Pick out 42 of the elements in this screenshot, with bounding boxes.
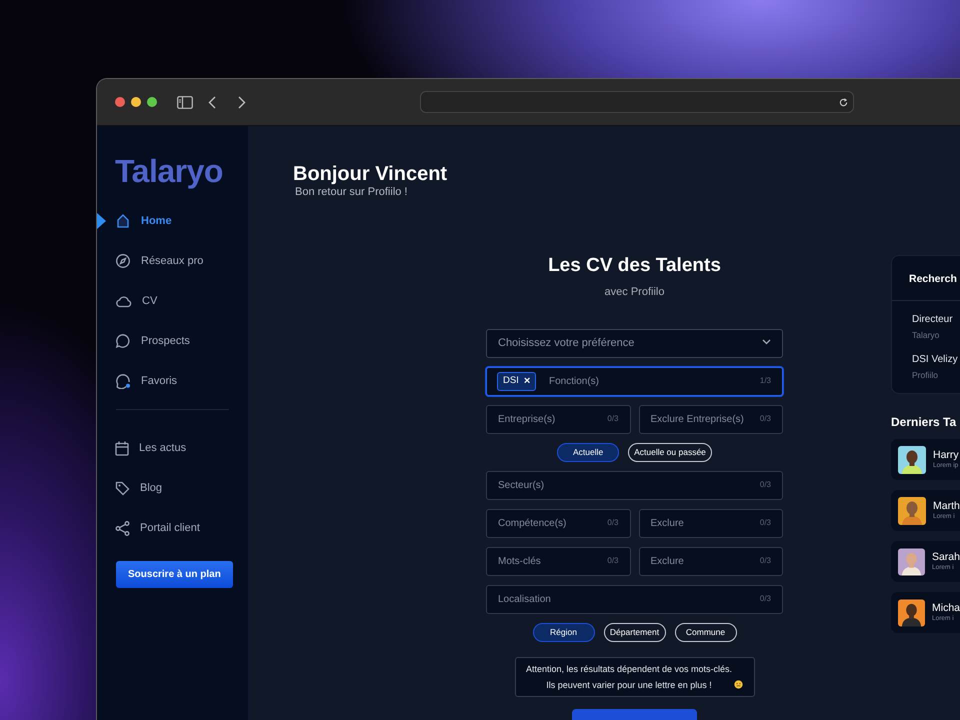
count-label: 0/3 xyxy=(760,556,771,566)
preference-select[interactable]: Choisissez votre préférence xyxy=(486,329,783,358)
search-source: Talaryo xyxy=(912,330,940,341)
nav-item[interactable]: Réseaux pro xyxy=(97,241,248,281)
toggle-pill[interactable]: Département xyxy=(604,623,666,642)
warning-text: Attention, les résultats dépendent de vos mots-clés. Ils peuvent varier pour une lettre en plus ! xyxy=(526,663,732,692)
search-name: DSI Velizy xyxy=(912,353,959,367)
toggle-pill[interactable]: Actuelle ou passée xyxy=(628,443,712,462)
nav-item[interactable]: Portail client xyxy=(97,508,248,548)
subscribe-button[interactable]: Souscrire à un plan xyxy=(116,561,233,588)
talent-name: Sarah xyxy=(932,551,960,563)
count-label: 0/3 xyxy=(760,518,771,528)
toggle-pill[interactable]: Commune xyxy=(674,623,736,642)
toggle-pill[interactable]: Région xyxy=(532,623,594,642)
nav-item[interactable]: Prospects xyxy=(97,321,248,361)
nav-item[interactable]: Blog xyxy=(97,468,248,508)
nav-item[interactable]: Favoris xyxy=(97,361,248,401)
count-label: 0/3 xyxy=(607,518,618,528)
search-source: Profiilo xyxy=(912,370,939,381)
nav-item[interactable]: CV xyxy=(97,281,248,321)
search-name: Directeur xyxy=(912,313,954,327)
tag-label: DSI xyxy=(503,374,519,388)
remove-tag-button[interactable]: × xyxy=(524,376,530,387)
count-label: 0/3 xyxy=(607,556,618,566)
search-subtitle: avec Profiilo xyxy=(604,285,666,299)
count-label: 0/3 xyxy=(760,414,771,424)
greeting-title: Bonjour Vincent xyxy=(293,162,448,186)
count-label: 0/3 xyxy=(760,480,771,490)
count-label: 1/3 xyxy=(760,376,771,386)
nav-item[interactable]: Les actus xyxy=(97,428,248,468)
talent-name: Harry xyxy=(933,449,959,461)
talent-name: Marth xyxy=(933,500,960,512)
logo: Talaryo xyxy=(114,152,224,190)
count-label: 0/3 xyxy=(760,594,771,604)
count-label: 0/3 xyxy=(607,414,618,424)
nav-item[interactable]: Home xyxy=(97,201,248,241)
section-title: Derniers Ta xyxy=(891,414,958,430)
talent-name: Micha xyxy=(932,602,960,614)
search-title: Les CV des Talents xyxy=(547,255,722,277)
greeting-subtitle: Bon retour sur Profiilo ! xyxy=(295,186,408,199)
toggle-pill[interactable]: Actuelle xyxy=(557,443,620,462)
card-title: Recherch xyxy=(892,256,960,301)
